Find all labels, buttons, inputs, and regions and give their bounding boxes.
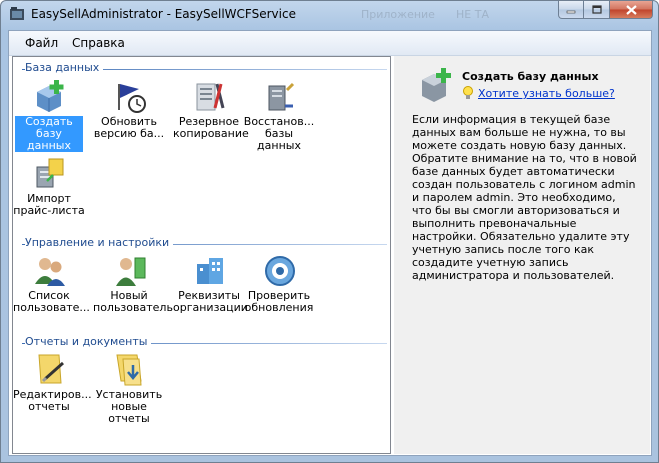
tile-label: Обновить версию ба... [93, 115, 165, 140]
menu-bar: Файл Справка [9, 31, 651, 56]
tile-create-database[interactable]: Создать базу данных [13, 78, 85, 152]
new-user-icon [116, 257, 146, 286]
section-title: База данных [25, 61, 104, 74]
tile-label: Резервное копирование [173, 115, 249, 140]
tile-label: Импорт прайс-листа [13, 192, 85, 217]
close-icon [625, 4, 637, 15]
section-database: База данных [22, 61, 387, 75]
tile-import-pricelist[interactable]: Импорт прайс-листа [13, 155, 85, 225]
section-reports: Отчеты и документы [22, 335, 387, 349]
maximize-button[interactable] [584, 1, 610, 19]
section-title: Отчеты и документы [25, 335, 152, 348]
lightbulb-icon [463, 86, 473, 99]
tile-label: Создать базу данных [15, 116, 83, 152]
tile-users-list[interactable]: Список пользовате... [13, 252, 90, 322]
background-window-text: НЕ ТА [456, 8, 489, 21]
tile-install-reports[interactable]: Установить новые отчеты [93, 351, 165, 425]
section-management: Управление и настройки [22, 236, 387, 250]
title-bar[interactable]: EasySellAdministrator - EasySellWCFServi… [1, 1, 658, 29]
background-window-text: Приложение [361, 8, 435, 21]
client-area: Файл Справка База данных Создать базу да… [8, 30, 652, 456]
tile-organization-details[interactable]: Реквизиты организации [173, 252, 248, 322]
app-icon [10, 7, 24, 20]
tile-new-user[interactable]: Новый пользователь [93, 252, 173, 322]
minimize-icon [566, 10, 576, 13]
restore-database-icon [268, 82, 295, 111]
maximize-icon [591, 5, 602, 14]
users-list-icon [35, 258, 65, 286]
check-updates-icon [265, 256, 295, 286]
learn-more-link[interactable]: Хотите узнать больше? [478, 87, 615, 100]
tile-edit-reports[interactable]: Редактиров... отчеты [13, 351, 92, 421]
tile-backup[interactable]: Резервное копирование [173, 78, 249, 148]
import-pricelist-icon [36, 158, 64, 188]
create-database-icon [422, 68, 451, 102]
actions-pane: База данных Создать базу данных Обновить… [12, 56, 391, 454]
tile-label: Проверить обновления [244, 289, 314, 314]
menu-help[interactable]: Справка [72, 36, 125, 50]
edit-reports-icon [38, 354, 64, 384]
organization-details-icon [197, 258, 223, 284]
tile-label: Редактиров... отчеты [13, 388, 92, 413]
details-pane: Создать базу данных Хотите узнать больше… [394, 56, 650, 454]
close-button[interactable] [610, 1, 653, 19]
tile-label: Список пользовате... [13, 289, 90, 314]
window-title: EasySellAdministrator - EasySellWCFServi… [31, 7, 296, 21]
install-reports-icon [116, 354, 142, 386]
minimize-button[interactable] [558, 1, 584, 19]
tile-restore-database[interactable]: Восстанов... базы данных [243, 78, 315, 152]
section-title: Управление и настройки [25, 236, 174, 249]
tile-label: Реквизиты организации [173, 289, 248, 314]
app-window: EasySellAdministrator - EasySellWCFServi… [0, 0, 659, 463]
tile-check-updates[interactable]: Проверить обновления [243, 252, 315, 322]
tile-update-version[interactable]: Обновить версию ба... [93, 78, 165, 148]
tile-label: Установить новые отчеты [95, 388, 163, 425]
menu-file[interactable]: Файл [25, 36, 58, 50]
tile-label: Новый пользователь [93, 289, 173, 314]
details-description: Если информация в текущей базе данных ва… [412, 113, 637, 282]
update-version-icon [118, 84, 146, 113]
backup-icon [196, 83, 225, 111]
create-database-icon [37, 80, 64, 112]
details-title: Создать базу данных [462, 70, 599, 83]
tile-label: Восстанов... базы данных [243, 115, 315, 152]
